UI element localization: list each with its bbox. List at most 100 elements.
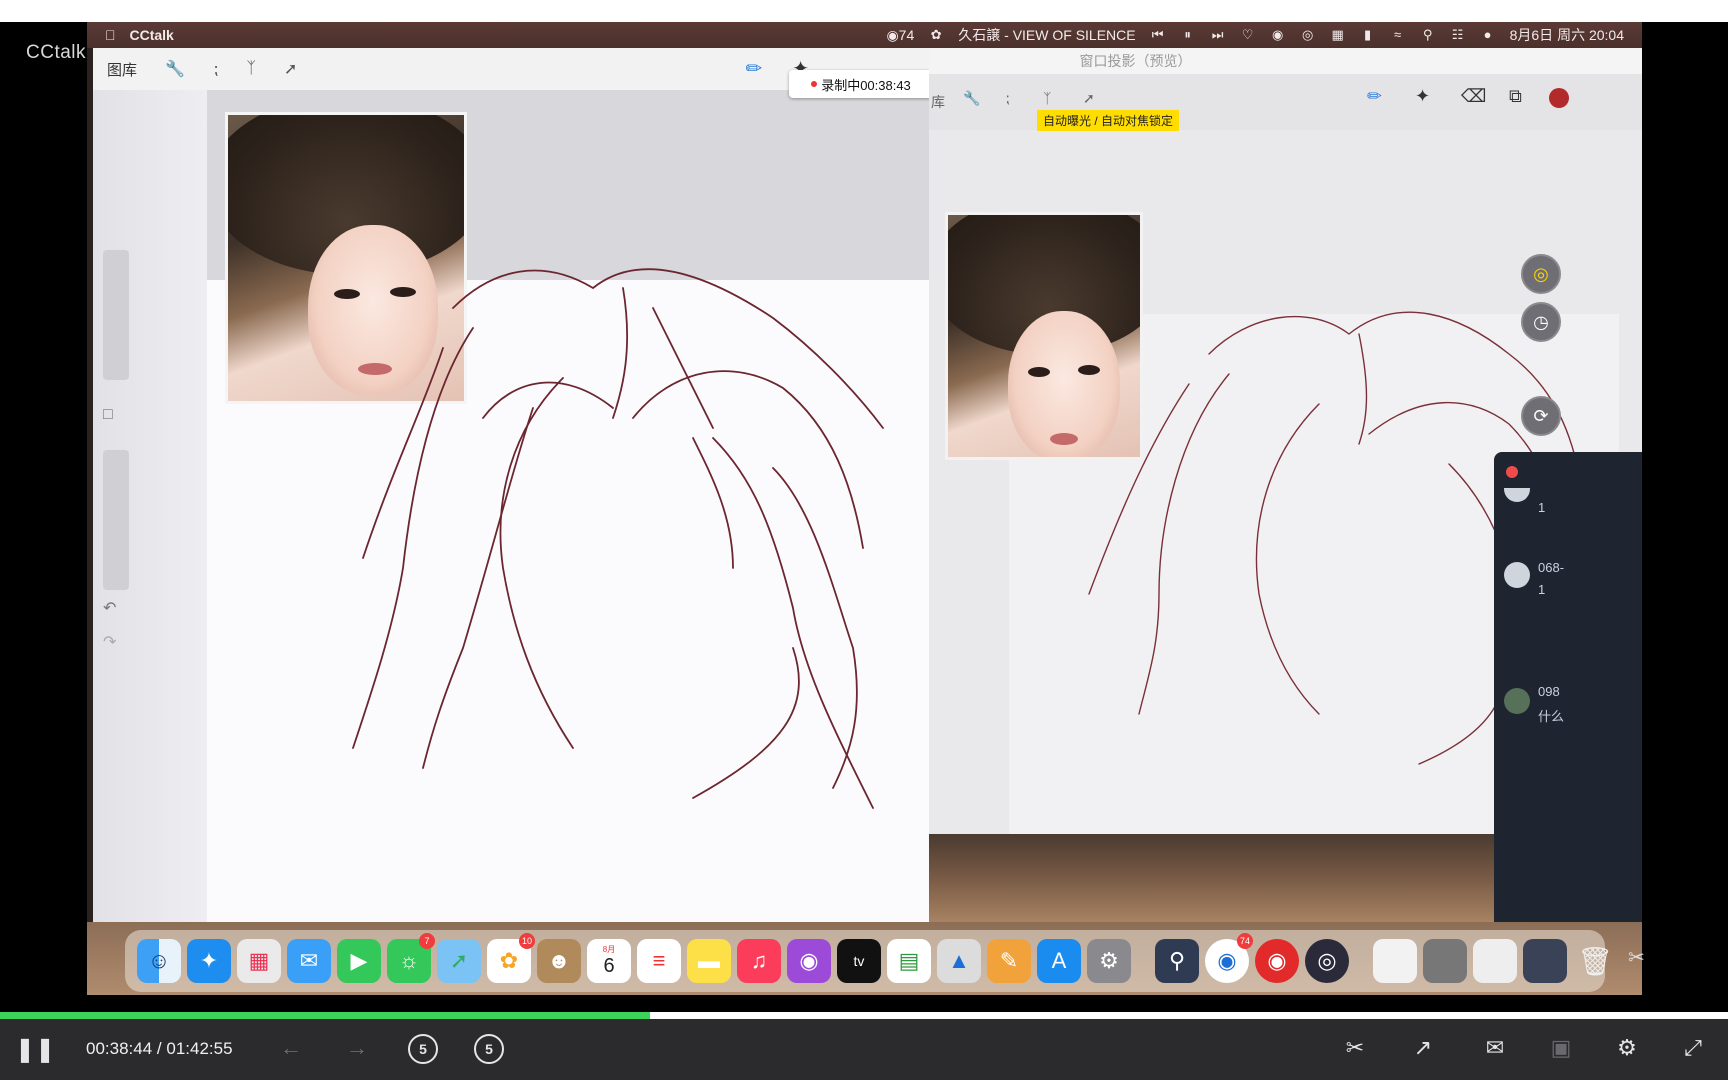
launchpad-icon[interactable]: ▦	[237, 939, 281, 983]
menubar-datetime: 8月6日 周六 20:04	[1509, 27, 1624, 43]
notes-icon[interactable]: ▬	[687, 939, 731, 983]
player-controls: ❚❚ 00:38:44 / 01:42:55 ← → 5 5 ✂ ↗ ✉ ▣ ⚙…	[0, 1019, 1728, 1080]
reminders-icon[interactable]: ≡	[637, 939, 681, 983]
projection-title: 窗口投影（预览）	[1079, 53, 1192, 69]
control-center-icon: ☷	[1451, 27, 1464, 42]
chat-panel: 1 068- 1 098 什么	[1494, 452, 1642, 948]
ipad-hair-stroke	[1088, 383, 1190, 595]
next-track-icon: ⏭	[1211, 27, 1224, 42]
record-icon: ◎	[1301, 27, 1314, 42]
calendar-day: 6	[603, 955, 615, 977]
cctalk-icon[interactable]: ◉ 74	[1205, 933, 1253, 983]
previous-track-icon: ⏮	[1151, 27, 1164, 42]
pause-track-icon: ⏸	[1184, 27, 1191, 42]
chat-avatar	[1504, 688, 1530, 714]
hair-line-drawing	[352, 268, 884, 809]
picture-in-picture-icon[interactable]: ▣	[1546, 1033, 1576, 1063]
keynote-icon[interactable]: ▲	[937, 939, 981, 983]
safari-icon[interactable]: ✦	[187, 939, 231, 983]
hair-stroke	[692, 647, 800, 799]
appstore-icon[interactable]: A	[1037, 939, 1081, 983]
maps-icon[interactable]: ➚	[437, 939, 481, 983]
chat-avatar	[1504, 562, 1530, 588]
calendar-icon[interactable]: 8月 6	[587, 939, 631, 983]
skip-back-5-button[interactable]: 5	[408, 1034, 438, 1064]
netease-menubar-icon: ◉	[1271, 27, 1284, 42]
total-time: 01:42:55	[166, 1039, 233, 1058]
pages-icon[interactable]: ✎	[987, 939, 1031, 983]
openai-icon: ✿	[930, 27, 942, 42]
hair-stroke	[362, 347, 444, 559]
music-icon[interactable]: ♫	[737, 939, 781, 983]
siri-icon: ●	[1483, 27, 1492, 42]
minimized-window-thumb[interactable]	[1523, 939, 1567, 983]
apple-icon: 	[105, 27, 116, 43]
cctalk-logo: CCtalk	[26, 42, 87, 63]
screenshot-scissors-icon[interactable]: ✂	[1628, 945, 1645, 970]
pause-button-icon[interactable]: ❚❚	[15, 1031, 55, 1067]
clip-scissors-icon[interactable]: ✂	[1340, 1033, 1370, 1063]
chat-username: 098	[1538, 684, 1560, 699]
ipad-live-button-icon: ◎	[1521, 254, 1561, 294]
subtitles-icon[interactable]: ✉	[1480, 1033, 1510, 1063]
projection-titlebar: 窗口投影（预览）	[929, 48, 1642, 74]
time-display: 00:38:44 / 01:42:55	[86, 1039, 233, 1059]
photos-icon[interactable]: ✿ 10	[487, 933, 535, 983]
facetime-icon[interactable]: ▶	[337, 939, 381, 983]
menubar-status-area: ◉74 ✿ 久石譲 - VIEW OF SILENCE ⏮ ⏸ ⏭ ♡ ◉ ◎ …	[886, 22, 1624, 48]
recording-dot-icon	[811, 81, 818, 87]
finder-icon[interactable]: ☺	[137, 939, 181, 983]
calendar-month: 8月	[602, 945, 616, 954]
minimized-window-thumb[interactable]	[1373, 939, 1417, 983]
notification-count: ◉74	[886, 26, 915, 43]
notification-count-text: 74	[898, 26, 915, 43]
chat-avatar	[1504, 488, 1530, 502]
exit-fullscreen-icon[interactable]: ⤢	[1678, 1033, 1708, 1063]
next-arrow-icon[interactable]: →	[342, 1033, 372, 1063]
hair-stroke	[499, 377, 574, 749]
quicktime-icon[interactable]: ⚲	[1155, 939, 1199, 983]
share-export-icon[interactable]: ↗	[1408, 1033, 1438, 1063]
hair-stroke	[692, 437, 734, 569]
current-time: 00:38:44	[86, 1039, 153, 1058]
playback-progress-bar[interactable]	[0, 1012, 1728, 1019]
messages-icon[interactable]: ☼ 7	[387, 933, 435, 983]
projection-window: 窗口投影（预览） 库 🔧 ⁏ ᛉ ➚ ✏ ✦ ⌫ ⧉ 自动曝光 / 自动对焦锁定	[929, 48, 1642, 948]
battery-icon: ▮	[1364, 27, 1372, 42]
mac-menubar:  CCtalk ◉74 ✿ 久石譲 - VIEW OF SILENCE ⏮ ⏸…	[87, 22, 1642, 48]
trash-icon[interactable]: 🗑	[1573, 939, 1617, 983]
ipad-hair-stroke	[1208, 311, 1580, 475]
hair-stroke	[632, 370, 864, 549]
hair-stroke	[352, 327, 474, 749]
video-player-root: CCtalk  CCtalk ◉74 ✿ 久石譲 - VIEW OF SILE…	[0, 0, 1728, 1080]
mail-icon[interactable]: ✉	[287, 939, 331, 983]
recording-badge-text: 录制中00:38:43	[821, 77, 911, 93]
contacts-icon[interactable]: ☻	[537, 939, 581, 983]
top-strip	[0, 0, 1728, 22]
chat-message-text: 什么	[1538, 709, 1565, 724]
minimized-window-thumb[interactable]	[1473, 939, 1517, 983]
grid-icon: ▦	[1331, 27, 1344, 42]
ipad-timer-icon: ◷	[1521, 302, 1561, 342]
skip-forward-5-button[interactable]: 5	[474, 1034, 504, 1064]
search-icon: ⚲	[1422, 27, 1433, 42]
chat-message-text: 1	[1538, 500, 1546, 515]
podcasts-icon[interactable]: ◉	[787, 939, 831, 983]
appletv-icon[interactable]: tv	[837, 939, 881, 983]
cctalk-badge: 74	[1236, 933, 1253, 949]
settings-icon[interactable]: ⚙	[1087, 939, 1131, 983]
numbers-icon[interactable]: ▤	[887, 939, 931, 983]
chat-close-icon[interactable]	[1506, 466, 1518, 478]
previous-arrow-icon[interactable]: ←	[276, 1033, 306, 1063]
hair-stroke	[422, 407, 534, 769]
hair-stroke	[652, 307, 714, 429]
settings-gear-icon[interactable]: ⚙	[1612, 1033, 1642, 1063]
obs-icon[interactable]: ◎	[1305, 939, 1349, 983]
recording-badge: 录制中00:38:43	[789, 70, 933, 98]
minimized-window-thumb[interactable]	[1423, 939, 1467, 983]
netease-music-icon[interactable]: ◉	[1255, 939, 1299, 983]
time-separator: /	[156, 1039, 162, 1058]
shared-screen:  CCtalk ◉74 ✿ 久石譲 - VIEW OF SILENCE ⏮ ⏸…	[87, 22, 1642, 995]
hair-stroke	[772, 467, 858, 789]
chat-message-text: 1	[1538, 582, 1546, 597]
